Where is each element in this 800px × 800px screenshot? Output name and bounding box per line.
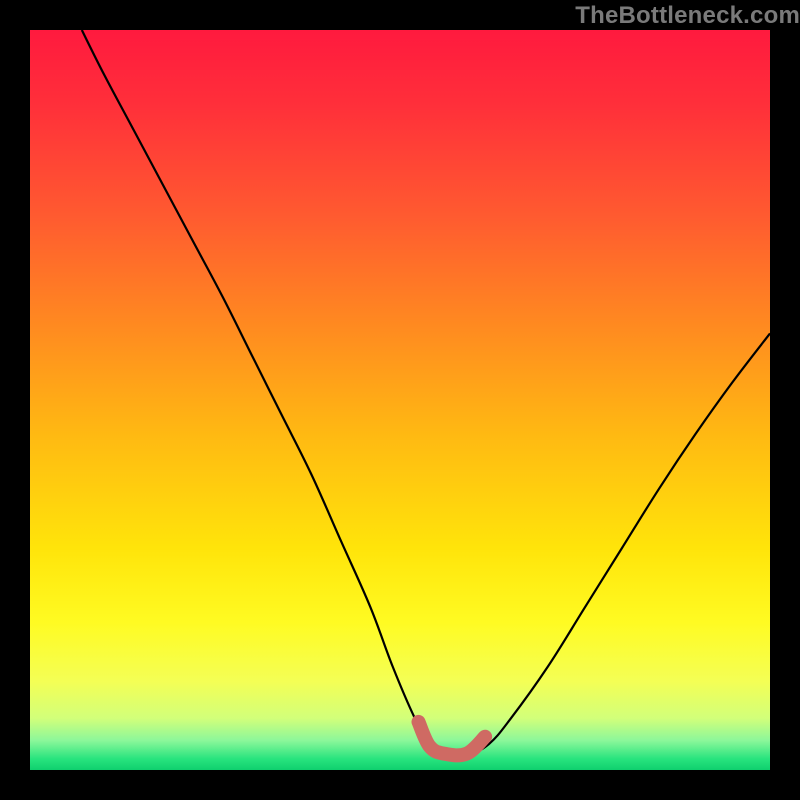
chart-plot-area <box>30 30 770 770</box>
chart-gradient-background <box>30 30 770 770</box>
chart-svg <box>30 30 770 770</box>
chart-frame: TheBottleneck.com <box>0 0 800 800</box>
watermark-text: TheBottleneck.com <box>575 2 800 30</box>
